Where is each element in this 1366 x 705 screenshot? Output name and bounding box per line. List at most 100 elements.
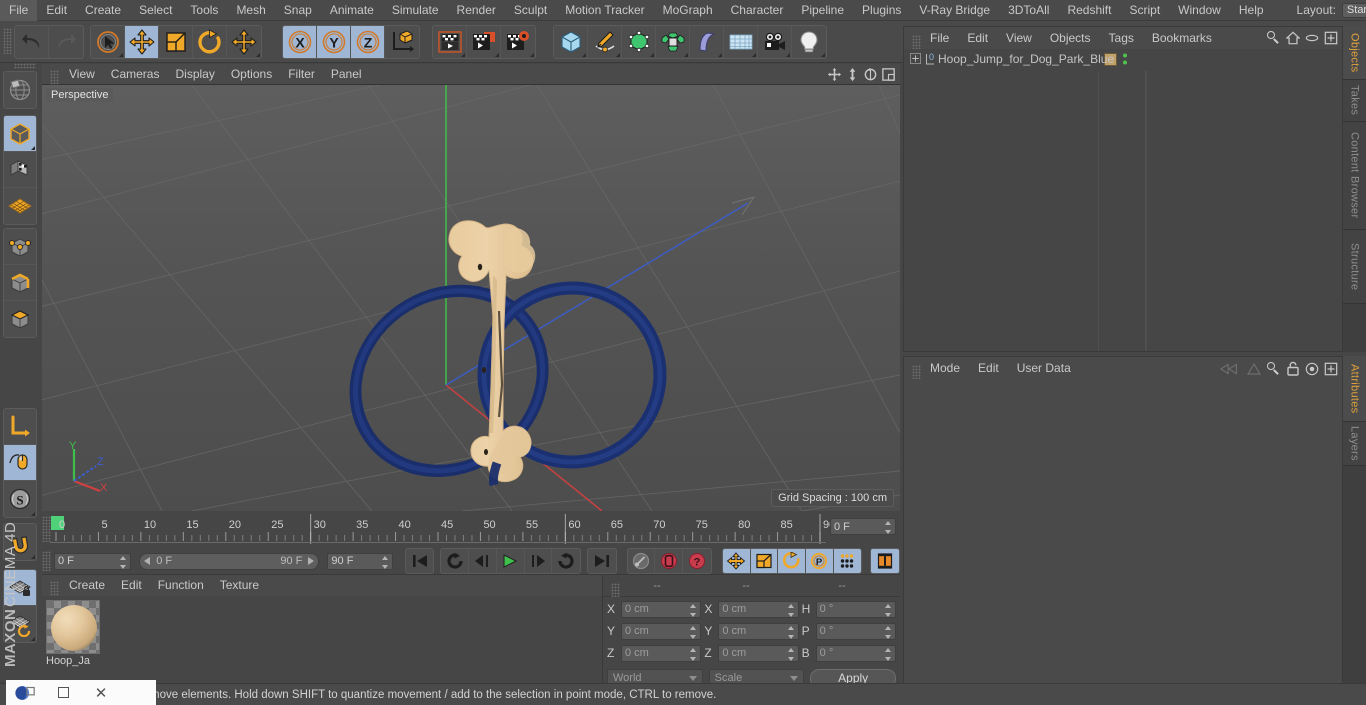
viewport-menu-cameras[interactable]: Cameras — [103, 64, 168, 85]
attribute-manager-drag-handle[interactable] — [912, 365, 921, 379]
spinner[interactable] — [787, 603, 795, 617]
go-to-start-button[interactable] — [405, 549, 434, 573]
right-tab-takes[interactable]: Takes — [1343, 80, 1366, 122]
texture-mode-button[interactable] — [4, 152, 36, 188]
autokeying-button[interactable] — [627, 549, 656, 573]
controls-drag-handle[interactable] — [42, 551, 51, 571]
right-tab-attributes[interactable]: Attributes — [1343, 356, 1366, 422]
spinner[interactable] — [884, 603, 892, 617]
model-mode-button[interactable] — [4, 116, 36, 152]
points-mode-button[interactable] — [4, 229, 36, 265]
object-menu-edit[interactable]: Edit — [958, 27, 997, 49]
right-tab-content-browser[interactable]: Content Browser — [1343, 122, 1366, 230]
expand-toggle-icon[interactable] — [910, 53, 921, 64]
rotate-view-icon[interactable] — [862, 66, 878, 82]
object-layer-badge[interactable]: 0 — [925, 52, 934, 66]
viewport-menu-filter[interactable]: Filter — [280, 64, 323, 85]
render-region-button[interactable] — [467, 26, 501, 58]
menu-select[interactable]: Select — [130, 0, 181, 21]
spinner[interactable] — [884, 647, 892, 661]
right-tab-layers[interactable]: Layers — [1343, 422, 1366, 466]
right-tab-objects[interactable]: Objects — [1343, 26, 1366, 80]
material-preview[interactable] — [46, 600, 100, 654]
rotation-key-button[interactable] — [778, 549, 806, 573]
next-frame-button[interactable] — [524, 549, 553, 573]
camera-button[interactable] — [758, 26, 792, 58]
scale-key-button[interactable] — [750, 549, 779, 573]
search-icon[interactable] — [1267, 31, 1281, 45]
menu-animate[interactable]: Animate — [321, 0, 383, 21]
material-item[interactable]: Hoop_Ja — [46, 600, 100, 667]
primitive-cube-button[interactable] — [554, 26, 588, 58]
menu-3dtoall[interactable]: 3DToAll — [999, 0, 1058, 21]
spinner[interactable] — [885, 521, 892, 534]
object-menu-tags[interactable]: Tags — [1100, 27, 1143, 49]
quantize-button[interactable]: S — [4, 481, 36, 517]
enable-snap-button[interactable] — [4, 445, 36, 481]
viewport-menu-display[interactable]: Display — [167, 64, 222, 85]
spline-pen-button[interactable] — [588, 26, 622, 58]
home-icon[interactable] — [1286, 31, 1300, 45]
viewport-menu-options[interactable]: Options — [223, 64, 280, 85]
search-icon[interactable] — [1267, 361, 1281, 376]
menu-redshift[interactable]: Redshift — [1058, 0, 1120, 21]
point-level-animation-button[interactable] — [833, 549, 862, 573]
spinner[interactable] — [690, 625, 697, 639]
history-forward-icon[interactable] — [1246, 362, 1262, 376]
world-coordinate-button[interactable] — [385, 26, 419, 58]
render-settings-button[interactable] — [501, 26, 535, 58]
object-tree[interactable]: 0 Hoop_Jump_for_Dog_Park_Blue — [904, 49, 1342, 351]
menu-v-ray-bridge[interactable]: V-Ray Bridge — [910, 0, 999, 21]
generator-button[interactable] — [622, 26, 656, 58]
previous-frame-button[interactable] — [469, 549, 497, 573]
spinner[interactable] — [884, 625, 892, 639]
axis-x-button[interactable]: X — [283, 26, 317, 58]
object-manager-drag-handle[interactable] — [912, 35, 921, 49]
attribute-menu-mode[interactable]: Mode — [921, 357, 969, 379]
material-drag-handle[interactable] — [50, 581, 59, 596]
coordinates-drag-handle[interactable] — [611, 582, 620, 597]
render-view-button[interactable] — [433, 26, 467, 58]
go-to-end-button[interactable] — [587, 549, 616, 573]
preview-range-bar[interactable]: 0 F 90 F — [139, 552, 320, 570]
timeline-ruler[interactable]: 051015202530354045505560657075808590 — [50, 514, 893, 546]
pan-icon[interactable] — [826, 66, 842, 82]
workplane-button[interactable] — [4, 188, 36, 224]
object-menu-bookmarks[interactable]: Bookmarks — [1143, 27, 1221, 49]
deformer-button[interactable] — [690, 26, 724, 58]
menu-plugins[interactable]: Plugins — [853, 0, 910, 21]
material-menu-create[interactable]: Create — [61, 575, 113, 596]
history-back-icon[interactable] — [1219, 362, 1241, 376]
spinner[interactable] — [690, 603, 697, 617]
menu-render[interactable]: Render — [448, 0, 505, 21]
edges-mode-button[interactable] — [4, 265, 36, 301]
maximize-viewport-icon[interactable] — [880, 66, 896, 82]
material-menu-texture[interactable]: Texture — [212, 575, 267, 596]
timeline-button[interactable] — [871, 549, 899, 573]
object-row[interactable]: 0 Hoop_Jump_for_Dog_Park_Blue — [904, 49, 1342, 68]
timeline-frame-field[interactable]: 0 F — [830, 518, 896, 535]
menu-file[interactable]: File — [0, 0, 38, 21]
coord-position-field[interactable]: 0 cm — [621, 600, 702, 618]
menu-help[interactable]: Help — [1230, 0, 1273, 21]
play-button[interactable] — [496, 549, 525, 573]
redo-button[interactable] — [49, 26, 83, 58]
menu-snap[interactable]: Snap — [275, 0, 321, 21]
coord-position-field[interactable]: 0 cm — [621, 622, 702, 640]
menu-motion-tracker[interactable]: Motion Tracker — [556, 0, 653, 21]
menu-tools[interactable]: Tools — [181, 0, 227, 21]
spinner[interactable] — [787, 647, 795, 661]
menu-edit[interactable]: Edit — [37, 0, 76, 21]
menu-pipeline[interactable]: Pipeline — [792, 0, 853, 21]
frame-spinner[interactable] — [120, 555, 127, 569]
menu-window[interactable]: Window — [1169, 0, 1230, 21]
material-menu-function[interactable]: Function — [150, 575, 212, 596]
menu-mesh[interactable]: Mesh — [227, 0, 274, 21]
menu-character[interactable]: Character — [722, 0, 793, 21]
minimize-icon[interactable] — [44, 680, 82, 705]
loop-button[interactable] — [441, 549, 470, 573]
make-editable-button[interactable] — [4, 72, 36, 108]
scale-tool-button[interactable] — [159, 26, 193, 58]
menu-simulate[interactable]: Simulate — [383, 0, 448, 21]
spinner[interactable] — [787, 625, 795, 639]
